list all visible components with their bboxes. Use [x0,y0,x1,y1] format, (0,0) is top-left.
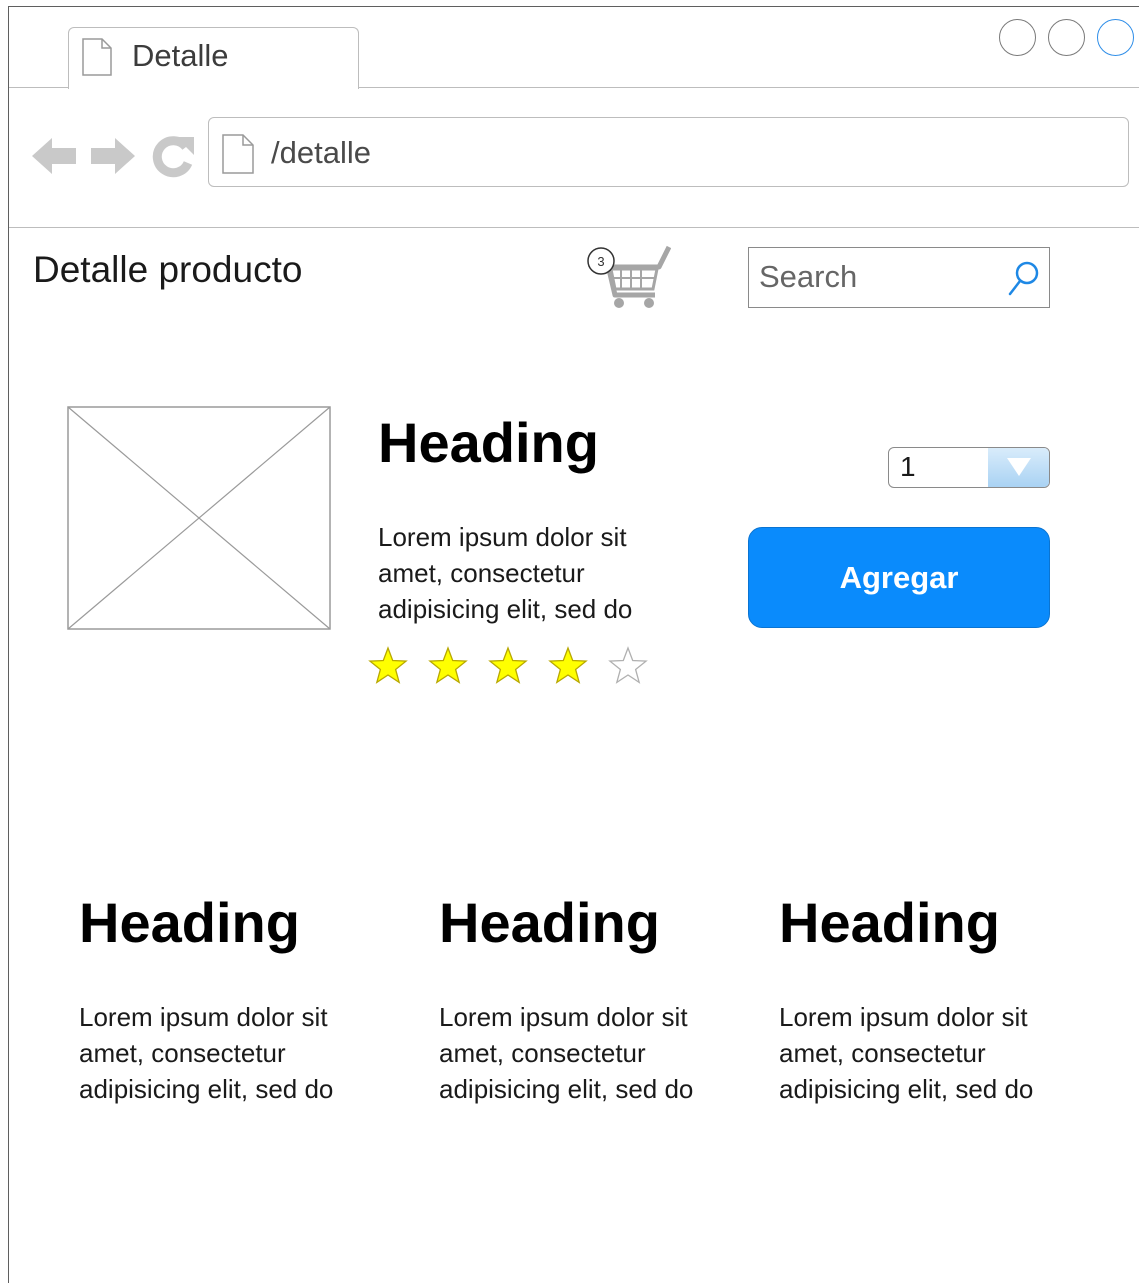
feature-line: amet, consectetur [79,1038,286,1068]
feature-heading: Heading [779,891,1000,954]
rating-stars[interactable] [368,646,668,688]
feature-line: adipisicing elit, sed do [79,1074,334,1104]
feature-line: adipisicing elit, sed do [779,1074,1034,1104]
add-to-cart-button[interactable]: Agregar [748,527,1050,628]
description-line: amet, consectetur [378,558,585,588]
minimize-button[interactable] [999,19,1036,56]
star-filled-icon[interactable] [368,646,408,686]
close-button[interactable] [1097,19,1134,56]
star-filled-icon[interactable] [488,646,528,686]
page-title: Detalle producto [33,249,303,290]
search-icon[interactable] [1006,259,1042,299]
star-filled-icon[interactable] [548,646,588,686]
toolbar-divider [9,227,1139,228]
reload-icon[interactable] [150,133,196,179]
feature-heading: Heading [439,891,660,954]
feature-line: amet, consectetur [439,1038,646,1068]
feature-line: Lorem ipsum dolor sit [779,1002,1028,1032]
star-filled-icon[interactable] [428,646,468,686]
page-icon [222,134,254,174]
page-icon [82,38,112,76]
product-image-placeholder [67,406,331,630]
back-arrow-icon[interactable] [30,134,78,178]
search-placeholder[interactable]: Search [759,259,857,295]
feature-line: amet, consectetur [779,1038,986,1068]
star-empty-icon[interactable] [608,646,648,686]
cart-icon[interactable]: 3 [585,243,671,311]
maximize-button[interactable] [1048,19,1085,56]
url-text[interactable]: /detalle [271,135,371,171]
feature-text: Lorem ipsum dolor sit amet, consectetur … [439,999,759,1107]
forward-arrow-icon[interactable] [89,134,137,178]
description-line: adipisicing elit, sed do [378,594,633,624]
product-description: Lorem ipsum dolor sit amet, consectetur … [378,519,698,627]
feature-line: adipisicing elit, sed do [439,1074,694,1104]
product-heading: Heading [378,411,599,474]
tab-title: Detalle [132,38,229,73]
tab-strip-line [358,87,1139,88]
feature-line: Lorem ipsum dolor sit [79,1002,328,1032]
quantity-value[interactable]: 1 [900,451,916,483]
feature-line: Lorem ipsum dolor sit [439,1002,688,1032]
description-line: Lorem ipsum dolor sit [378,522,627,552]
tab-strip-line [9,87,69,88]
feature-text: Lorem ipsum dolor sit amet, consectetur … [79,999,399,1107]
cart-count-badge: 3 [597,254,604,269]
feature-text: Lorem ipsum dolor sit amet, consectetur … [779,999,1099,1107]
chevron-down-icon [1007,458,1031,476]
feature-heading: Heading [79,891,300,954]
